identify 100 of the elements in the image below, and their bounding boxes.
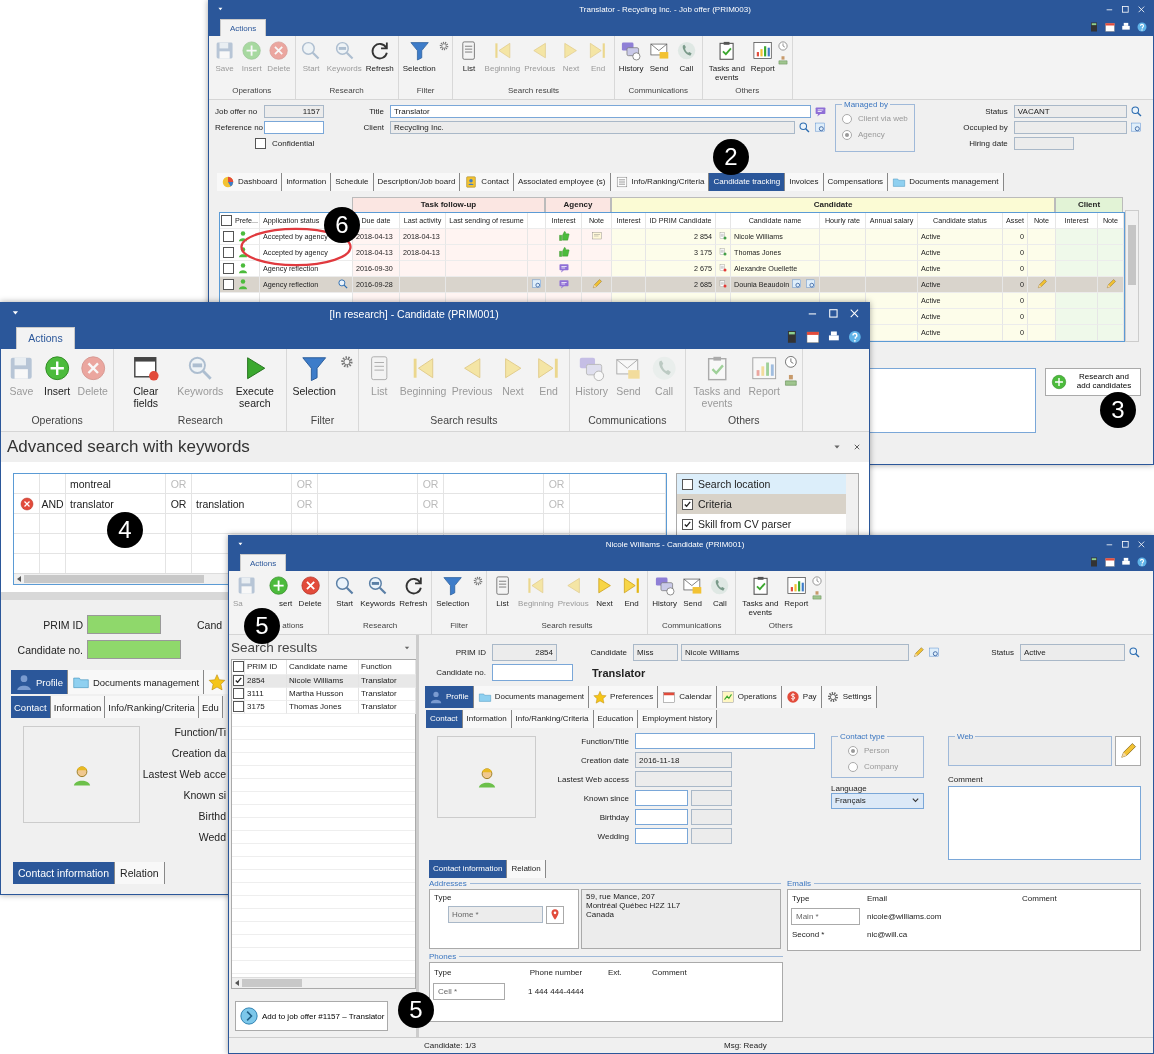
group-label: Operations	[30, 412, 84, 428]
tab[interactable]: Calendar	[658, 685, 717, 708]
ribbon-tab[interactable]: Actions	[220, 19, 266, 37]
list-item[interactable]: Search location	[677, 474, 846, 495]
input-field[interactable]: 1157	[264, 105, 324, 119]
input-field[interactable]: 2016-11-18	[635, 752, 732, 769]
input-field[interactable]: Translator	[390, 105, 811, 119]
toolbar-button[interactable]: History	[650, 573, 679, 609]
tab[interactable]: Relation	[507, 859, 546, 878]
input-field[interactable]: Recycling Inc.	[390, 121, 795, 135]
column-header[interactable]: PRIM ID	[245, 659, 287, 675]
list-item[interactable]: Skill from CV parser	[677, 514, 846, 535]
toolbar-button[interactable]: Report	[782, 573, 810, 609]
operator-cell: OR	[418, 474, 444, 495]
list-item[interactable]: Criteria	[677, 494, 846, 515]
column-header[interactable]: Function	[359, 659, 416, 675]
tab[interactable]: Candidate tracking	[709, 172, 786, 191]
radio-label: Company	[864, 762, 899, 772]
group-label: Others	[727, 412, 761, 428]
input-field[interactable]: 2854	[492, 644, 557, 662]
toolbar-button[interactable]: Tasks and events	[705, 38, 749, 83]
toolbar-button[interactable]: Refresh	[397, 573, 429, 609]
tab[interactable]: Profile	[425, 685, 474, 708]
tab[interactable]: Documents management	[888, 172, 1004, 191]
tab[interactable]: Information	[50, 696, 106, 719]
toolbar-button[interactable]: Clear fields	[117, 352, 175, 411]
toolbar-button[interactable]: Send	[679, 573, 706, 609]
column-header[interactable]: Candidate name	[287, 659, 359, 675]
toolbar-button[interactable]: Report	[749, 38, 777, 74]
toolbar-button[interactable]: sert	[263, 573, 294, 609]
tab[interactable]: Contact information	[429, 859, 508, 878]
phone-type[interactable]: Cell *	[433, 982, 505, 1000]
tab[interactable]: Information	[282, 172, 332, 191]
radio-label: Agency	[858, 130, 885, 140]
toolbar-button[interactable]: History	[617, 38, 646, 74]
tab[interactable]: Compensations	[823, 172, 889, 191]
tab[interactable]: Contact	[460, 172, 514, 191]
tab[interactable]: Employment history	[638, 709, 718, 728]
toolbar-button[interactable]: Call	[706, 573, 733, 609]
toolbar-button[interactable]: Send	[645, 38, 673, 74]
tab[interactable]: Description/Job board	[373, 172, 461, 191]
ribbon-tab[interactable]: Actions	[240, 554, 286, 572]
column-group-header: Agency	[545, 196, 611, 212]
tab[interactable]: Edu	[198, 696, 223, 719]
add-to-job-offer-button[interactable]: Add to job offer #1157 – Translator	[235, 1001, 389, 1031]
toolbar-button[interactable]: Refresh	[364, 38, 396, 74]
toolbar-button[interactable]: Selection	[434, 573, 471, 609]
window-title: Translator - Recycling Inc. - Job offer (PRIM003)	[578, 4, 752, 14]
column-group-header: Candidate	[611, 196, 1055, 212]
input-field[interactable]: Miss	[633, 644, 678, 662]
toolbar-button[interactable]: Selection	[290, 352, 338, 399]
tab[interactable]: Documents management	[67, 670, 205, 695]
tab[interactable]: Info/Ranking/Criteria	[511, 709, 594, 728]
tab[interactable]: Information	[462, 709, 512, 728]
toolbar-button[interactable]: Keywords	[358, 573, 397, 609]
tab[interactable]: Contact	[11, 696, 51, 719]
email-type[interactable]: Second *	[788, 930, 863, 940]
tab[interactable]: Contact	[426, 709, 463, 728]
operator-cell: OR	[544, 494, 570, 515]
tab[interactable]: Invoices	[785, 172, 824, 191]
tab[interactable]: Schedule	[331, 172, 374, 191]
tab[interactable]: Settings	[821, 685, 877, 708]
language-dropdown[interactable]: Français	[831, 792, 924, 809]
tab[interactable]: Operations	[716, 685, 782, 708]
tab[interactable]: Pay	[781, 685, 822, 708]
input-field[interactable]: Home *	[448, 906, 543, 924]
tab[interactable]: Info/Ranking/Criteria	[105, 696, 199, 719]
toolbar-button[interactable]: List	[455, 38, 483, 74]
input-field[interactable]: Active	[1020, 644, 1125, 662]
tab[interactable]: Profile	[11, 670, 68, 695]
toolbar-button[interactable]: End	[618, 573, 645, 609]
table-row[interactable]: 3111 Martha Husson Translator	[232, 687, 415, 701]
research-button[interactable]: Research and add candidates	[1045, 367, 1141, 396]
table-cell: Nicole Williams	[287, 674, 359, 688]
toolbar-button[interactable]: Delete	[294, 573, 326, 609]
table-row[interactable]: 3175 Thomas Jones Translator	[232, 700, 415, 714]
tab[interactable]: Education	[593, 709, 639, 728]
keyword-cell[interactable]: montreal	[66, 474, 166, 495]
input-field[interactable]: VACANT	[1013, 105, 1127, 119]
tab[interactable]: Contact information	[13, 862, 116, 885]
tab[interactable]: Associated employee (s)	[513, 172, 611, 191]
toolbar-button[interactable]: Selection	[401, 38, 438, 74]
toolbar-button[interactable]: Call	[673, 38, 700, 74]
input-field[interactable]: Nicole Williams	[681, 644, 909, 662]
toolbar-button[interactable]: Execute search	[226, 352, 284, 411]
toolbar-button[interactable]: Insert	[39, 352, 75, 399]
tab[interactable]: Documents management	[473, 685, 590, 708]
table-cell-text: nicole@williams.com	[866, 912, 943, 922]
toolbar-button[interactable]: List	[489, 573, 516, 609]
tab[interactable]: Dashboard	[217, 172, 283, 191]
email-type[interactable]: Main *	[791, 908, 860, 926]
ribbon-tab[interactable]: Actions	[15, 326, 76, 350]
toolbar-button[interactable]: Next	[591, 573, 618, 609]
tab[interactable]: Info/Ranking/Criteria	[610, 172, 710, 191]
tab[interactable]: Preferences	[589, 685, 659, 708]
tab[interactable]: Relation	[115, 862, 165, 885]
toolbar-button[interactable]: Tasks and events	[738, 573, 782, 618]
toolbar-button[interactable]: Start	[331, 573, 358, 609]
column-header: Phone number	[528, 967, 584, 977]
keyword-cell[interactable]: translation	[192, 494, 292, 515]
